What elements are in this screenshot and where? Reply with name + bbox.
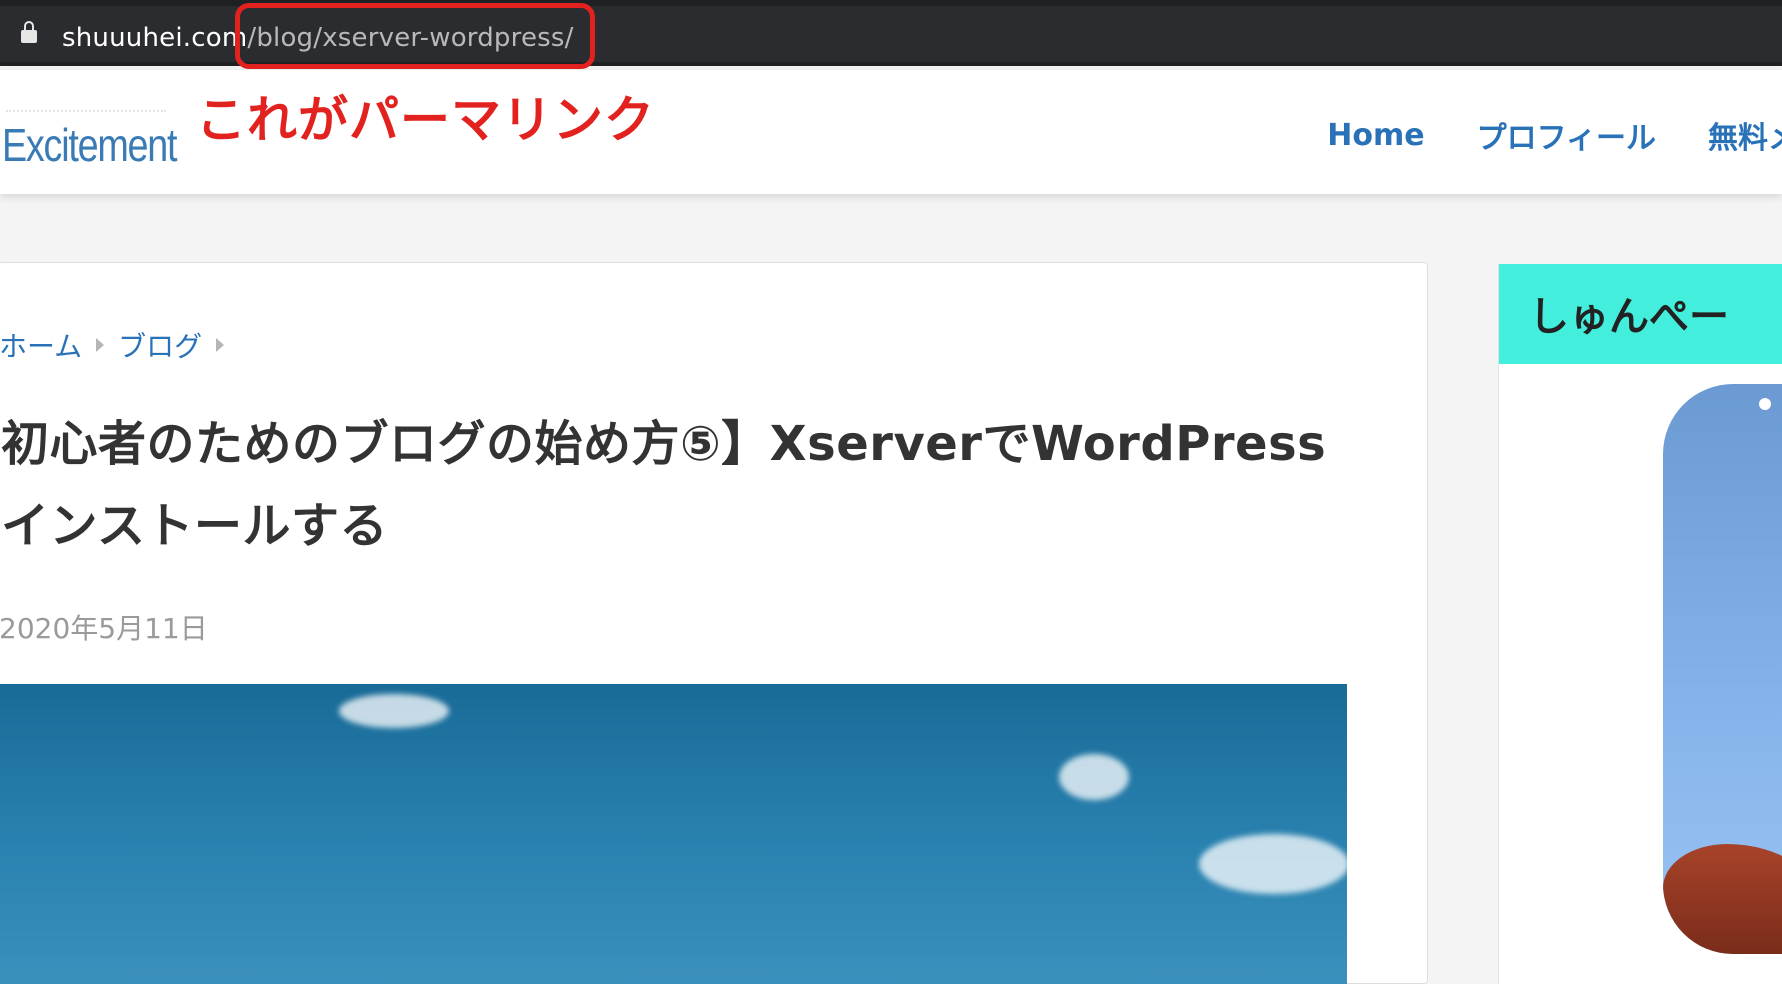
site-header: Excitement これがパーマリンク Home プロフィール 無料メルマ xyxy=(0,70,1782,194)
article-card: ホーム ブログ 初心者のためのブログの始め方⑤】XserverでWordPres… xyxy=(0,262,1428,984)
sidebar: しゅんぺー xyxy=(1498,264,1782,984)
cloud-shape xyxy=(339,694,449,728)
cloud-shape xyxy=(1059,754,1129,800)
sidebar-header: しゅんぺー xyxy=(1499,264,1782,364)
breadcrumb-home[interactable]: ホーム xyxy=(0,325,82,365)
permalink-highlight-box xyxy=(235,3,595,69)
global-nav: Home プロフィール 無料メルマ xyxy=(1327,110,1782,160)
sidebar-title: しゅんぺー xyxy=(1529,294,1729,340)
url-domain: shuuuhei.com xyxy=(62,23,248,53)
breadcrumb-separator-icon xyxy=(96,338,105,352)
breadcrumb: ホーム ブログ xyxy=(0,325,225,365)
rock-shape xyxy=(1663,844,1782,954)
logo-decoration xyxy=(6,110,166,114)
breadcrumb-separator-icon xyxy=(216,338,225,352)
permalink-annotation: これがパーマリンク xyxy=(196,91,655,149)
article-hero-image xyxy=(0,684,1347,984)
cloud-shape xyxy=(1199,834,1347,894)
lock-icon[interactable] xyxy=(21,21,37,43)
browser-url-bar: shuuuhei.com/blog/xserver-wordpress/ xyxy=(0,0,1782,69)
nav-item-home[interactable]: Home xyxy=(1327,118,1424,153)
nav-item-newsletter[interactable]: 無料メルマ xyxy=(1708,113,1782,157)
profile-image xyxy=(1663,384,1782,954)
moon-shape xyxy=(1759,398,1771,410)
breadcrumb-blog[interactable]: ブログ xyxy=(118,325,202,365)
article-title: 初心者のためのブログの始め方⑤】XserverでWordPress インストール… xyxy=(1,416,1327,554)
site-logo[interactable]: Excitement xyxy=(2,118,178,172)
article-date: 2020年5月11日 xyxy=(0,612,208,645)
nav-item-profile[interactable]: プロフィール xyxy=(1477,113,1656,157)
